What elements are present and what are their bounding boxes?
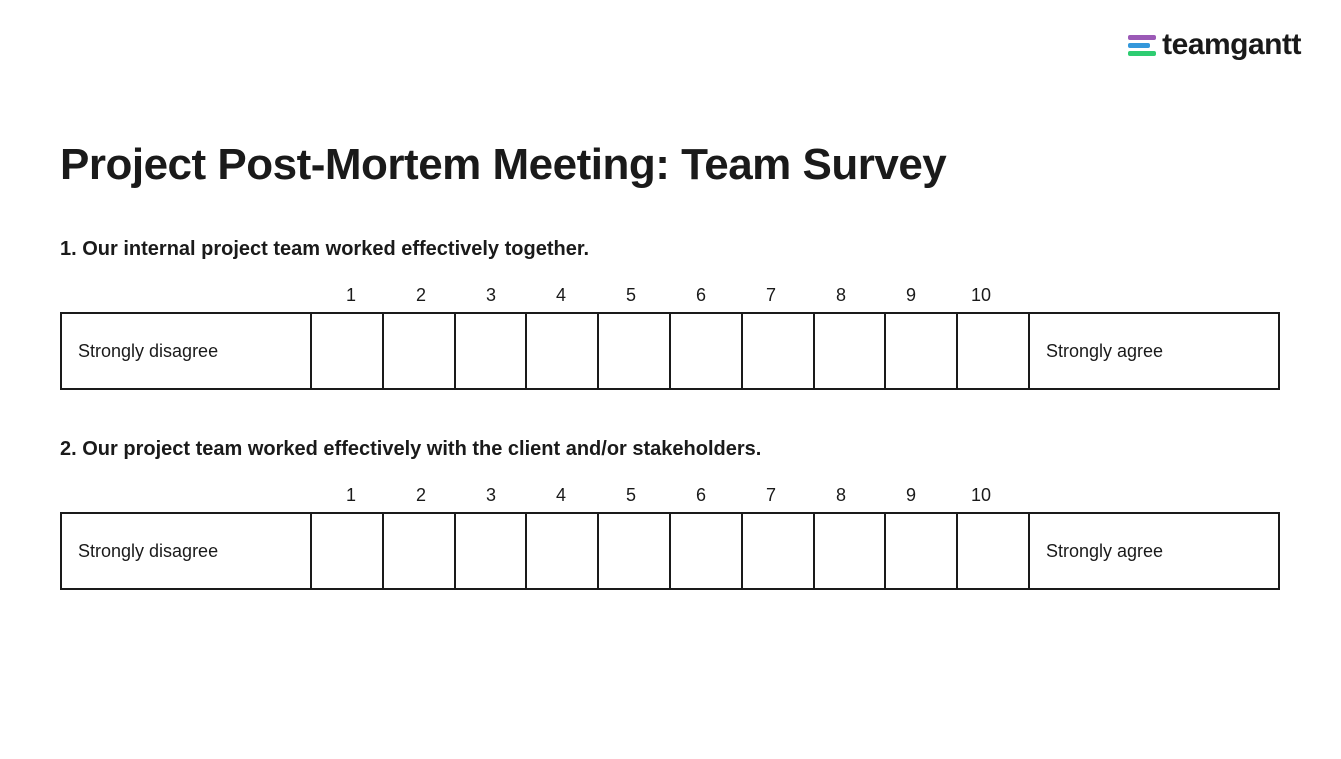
question-1-cell-6[interactable] xyxy=(671,314,743,388)
scale-num-2: 2 xyxy=(386,285,456,306)
question-2-scale-grid: Strongly disagree Strongly agree xyxy=(60,512,1280,590)
scale-num-8: 8 xyxy=(806,285,876,306)
q2-scale-num-7: 7 xyxy=(736,485,806,506)
logo-bar-green xyxy=(1128,51,1156,56)
question-1-cell-7[interactable] xyxy=(743,314,815,388)
q2-scale-num-8: 8 xyxy=(806,485,876,506)
q2-scale-num-5: 5 xyxy=(596,485,666,506)
q2-scale-num-4: 4 xyxy=(526,485,596,506)
question-2-cell-5[interactable] xyxy=(599,514,671,588)
q2-scale-num-2: 2 xyxy=(386,485,456,506)
question-2-scale-numbers: 1 2 3 4 5 6 7 8 9 10 xyxy=(316,485,1280,506)
logo-icon xyxy=(1128,35,1156,56)
logo-bar-purple xyxy=(1128,35,1156,40)
scale-num-1: 1 xyxy=(316,285,386,306)
logo-text: teamgantt xyxy=(1162,28,1301,62)
question-1-cells xyxy=(312,314,1028,388)
scale-num-9: 9 xyxy=(876,285,946,306)
page-content: Project Post-Mortem Meeting: Team Survey… xyxy=(0,0,1341,678)
question-1-cell-1[interactable] xyxy=(312,314,384,388)
logo: teamgantt xyxy=(1128,28,1301,62)
question-1-cell-4[interactable] xyxy=(527,314,599,388)
q2-scale-num-3: 3 xyxy=(456,485,526,506)
question-2-cell-3[interactable] xyxy=(456,514,528,588)
question-1-section: 1. Our internal project team worked effe… xyxy=(60,238,1281,390)
question-2-min-label: Strongly disagree xyxy=(62,514,312,588)
page-title: Project Post-Mortem Meeting: Team Survey xyxy=(60,140,1281,190)
question-2-cell-9[interactable] xyxy=(886,514,958,588)
question-2-max-label: Strongly agree xyxy=(1028,514,1278,588)
logo-bar-blue xyxy=(1128,43,1150,48)
scale-num-6: 6 xyxy=(666,285,736,306)
question-2-label: 2. Our project team worked effectively w… xyxy=(60,438,1281,461)
question-2-cells xyxy=(312,514,1028,588)
question-2-scale: 1 2 3 4 5 6 7 8 9 10 Strongly disagree xyxy=(60,485,1280,590)
question-2-cell-10[interactable] xyxy=(958,514,1028,588)
question-1-max-label: Strongly agree xyxy=(1028,314,1278,388)
question-1-cell-2[interactable] xyxy=(384,314,456,388)
question-2-cell-2[interactable] xyxy=(384,514,456,588)
question-1-cell-5[interactable] xyxy=(599,314,671,388)
scale-num-7: 7 xyxy=(736,285,806,306)
scale-num-4: 4 xyxy=(526,285,596,306)
q2-scale-num-10: 10 xyxy=(946,485,1016,506)
question-1-scale-grid: Strongly disagree Strongly agree xyxy=(60,312,1280,390)
question-2-cell-1[interactable] xyxy=(312,514,384,588)
question-1-scale-numbers: 1 2 3 4 5 6 7 8 9 10 xyxy=(316,285,1280,306)
question-1-cell-3[interactable] xyxy=(456,314,528,388)
question-1-label: 1. Our internal project team worked effe… xyxy=(60,238,1281,261)
q2-scale-num-6: 6 xyxy=(666,485,736,506)
question-2-cell-6[interactable] xyxy=(671,514,743,588)
question-1-cell-10[interactable] xyxy=(958,314,1028,388)
question-1-min-label: Strongly disagree xyxy=(62,314,312,388)
question-2-cell-7[interactable] xyxy=(743,514,815,588)
q2-scale-num-1: 1 xyxy=(316,485,386,506)
question-2-cell-4[interactable] xyxy=(527,514,599,588)
scale-num-10: 10 xyxy=(946,285,1016,306)
scale-num-3: 3 xyxy=(456,285,526,306)
question-2-section: 2. Our project team worked effectively w… xyxy=(60,438,1281,590)
question-1-cell-9[interactable] xyxy=(886,314,958,388)
question-1-cell-8[interactable] xyxy=(815,314,887,388)
q2-scale-num-9: 9 xyxy=(876,485,946,506)
question-1-scale: 1 2 3 4 5 6 7 8 9 10 Strongly disagree xyxy=(60,285,1280,390)
question-2-cell-8[interactable] xyxy=(815,514,887,588)
scale-num-5: 5 xyxy=(596,285,666,306)
